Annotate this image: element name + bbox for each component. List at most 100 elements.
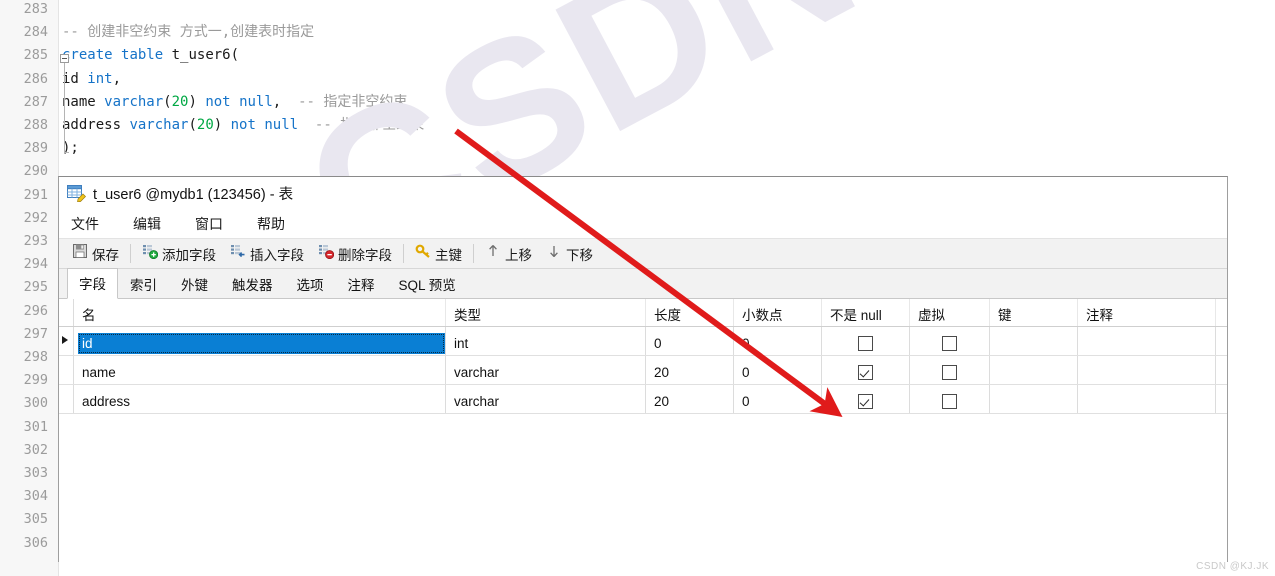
grid-cell-不是-null[interactable] [822, 327, 910, 355]
line-number: 299 [23, 372, 48, 389]
toolbar-insert-field[interactable]: 插入字段 [223, 242, 311, 266]
grid-cell-小数点[interactable]: 0 [734, 356, 822, 384]
code-token: varchar [129, 117, 189, 133]
grid-cell-小数点[interactable]: 0 [734, 327, 822, 355]
menu-window[interactable]: 窗口 [195, 214, 223, 234]
code-fold-foot [64, 152, 69, 153]
row-selector[interactable] [59, 356, 74, 384]
grid-row-filler [1216, 385, 1227, 413]
grid-column-header[interactable]: 名 [74, 299, 446, 326]
code-token: name [62, 93, 105, 110]
line-number: 306 [23, 534, 48, 551]
grid-cell-虚拟[interactable] [910, 356, 990, 384]
grid-header-filler [1216, 299, 1227, 326]
grid-cell-键[interactable] [990, 356, 1078, 384]
grid-cell-不是-null[interactable] [822, 385, 910, 413]
menu-edit[interactable]: 编辑 [133, 214, 161, 234]
toolbar-save[interactable]: 保存 [65, 242, 126, 266]
grid-cell-类型[interactable]: int [446, 327, 646, 355]
grid-cell-注释[interactable] [1078, 327, 1216, 355]
selected-cell-value[interactable]: id [78, 333, 445, 354]
toolbar-separator [473, 244, 474, 263]
code-token: -- 创建非空约束 方式一,创建表时指定 [62, 24, 315, 41]
checkbox-unchecked-icon[interactable] [942, 365, 957, 380]
toolbar-delete-field[interactable]: 删除字段 [311, 242, 399, 266]
code-token: create [62, 47, 113, 64]
checkbox-unchecked-icon[interactable] [942, 336, 957, 351]
menu-help[interactable]: 帮助 [257, 214, 285, 234]
grid-column-header[interactable]: 长度 [646, 299, 734, 326]
toolbar-add-field[interactable]: 添加字段 [135, 242, 223, 266]
tab-foreign-keys[interactable]: 外键 [169, 269, 220, 299]
code-line[interactable]: id int, [62, 72, 121, 86]
code-token: id [62, 70, 88, 87]
code-token: ( [188, 117, 197, 133]
tab-sql-preview[interactable]: SQL 预览 [387, 269, 468, 299]
grid-cell-键[interactable] [990, 385, 1078, 413]
tab-fields[interactable]: 字段 [67, 268, 118, 299]
checkbox-checked-icon[interactable] [858, 365, 873, 380]
grid-cell-长度[interactable]: 0 [646, 327, 734, 355]
grid-cell-类型[interactable]: varchar [446, 385, 646, 413]
code-token: ) [213, 117, 231, 133]
grid-column-header[interactable]: 小数点 [734, 299, 822, 326]
grid-column-header[interactable]: 键 [990, 299, 1078, 326]
grid-cell-名[interactable]: name [74, 356, 446, 384]
tab-strip: 字段 索引 外键 触发器 选项 注释 SQL 预览 [59, 268, 1227, 299]
checkbox-unchecked-icon[interactable] [942, 394, 957, 409]
toolbar-label: 保存 [92, 247, 119, 263]
grid-cell-类型[interactable]: varchar [446, 356, 646, 384]
grid-column-header[interactable]: 注释 [1078, 299, 1216, 326]
row-selector-current[interactable] [59, 327, 74, 355]
grid-cell-小数点[interactable]: 0 [734, 385, 822, 413]
grid-column-header[interactable]: 类型 [446, 299, 646, 326]
arrow-down-icon [546, 243, 562, 264]
grid-cell-名[interactable]: address [74, 385, 446, 413]
grid-column-header[interactable]: 虚拟 [910, 299, 990, 326]
table-row[interactable]: id int 0 0 [59, 327, 1227, 356]
editor-gutter: 283 284 285 286 287 288 289 290 291 292 293 294 295 2… [0, 0, 59, 576]
code-line[interactable]: name varchar(20) not null, -- 指定非空约束 [62, 95, 407, 109]
code-fold-toggle-icon[interactable] [60, 54, 69, 63]
tab-options[interactable]: 选项 [285, 269, 336, 299]
line-number: 295 [23, 279, 48, 296]
tab-comment[interactable]: 注释 [336, 269, 387, 299]
toolbar-move-up[interactable]: 上移 [478, 242, 539, 266]
line-number: 300 [23, 395, 48, 412]
table-row[interactable]: name varchar 20 0 [59, 356, 1227, 385]
checkbox-checked-icon[interactable] [858, 394, 873, 409]
toolbar-label: 上移 [505, 247, 532, 263]
grid-cell-注释[interactable] [1078, 356, 1216, 384]
toolbar-primary-key[interactable]: 主键 [408, 242, 469, 266]
line-number: 304 [23, 488, 48, 505]
code-line[interactable]: address varchar(20) not null -- 指定非空约束 [62, 118, 424, 132]
line-number: 292 [23, 209, 48, 226]
code-token: not [230, 117, 256, 133]
line-number: 301 [23, 418, 48, 435]
line-number: 294 [23, 256, 48, 273]
grid-cell-键[interactable] [990, 327, 1078, 355]
code-line[interactable]: create table t_user6( [62, 48, 239, 62]
tab-indexes[interactable]: 索引 [118, 269, 169, 299]
checkbox-unchecked-icon[interactable] [858, 336, 873, 351]
line-number: 303 [23, 465, 48, 481]
grid-cell-长度[interactable]: 20 [646, 385, 734, 413]
fields-grid[interactable]: 名类型 长度 小数点 不是 null 虚拟键注释 id int 0 0 name varchar 2… [59, 299, 1227, 562]
grid-cell-不是-null[interactable] [822, 356, 910, 384]
grid-cell-虚拟[interactable] [910, 385, 990, 413]
line-number: 302 [23, 441, 48, 458]
grid-body[interactable]: id int 0 0 name varchar 20 0 address varchar 20 0 [59, 327, 1227, 414]
menu-file[interactable]: 文件 [71, 214, 99, 234]
grid-column-header[interactable]: 不是 null [822, 299, 910, 326]
toolbar-move-down[interactable]: 下移 [539, 242, 600, 266]
tab-triggers[interactable]: 触发器 [220, 269, 285, 299]
grid-cell-名[interactable]: id [74, 327, 446, 355]
table-row[interactable]: address varchar 20 0 [59, 385, 1227, 414]
grid-cell-虚拟[interactable] [910, 327, 990, 355]
grid-cell-注释[interactable] [1078, 385, 1216, 413]
row-selector[interactable] [59, 385, 74, 413]
code-line[interactable]: -- 创建非空约束 方式一,创建表时指定 [62, 25, 314, 39]
toolbar-label: 删除字段 [338, 247, 392, 263]
grid-cell-长度[interactable]: 20 [646, 356, 734, 384]
